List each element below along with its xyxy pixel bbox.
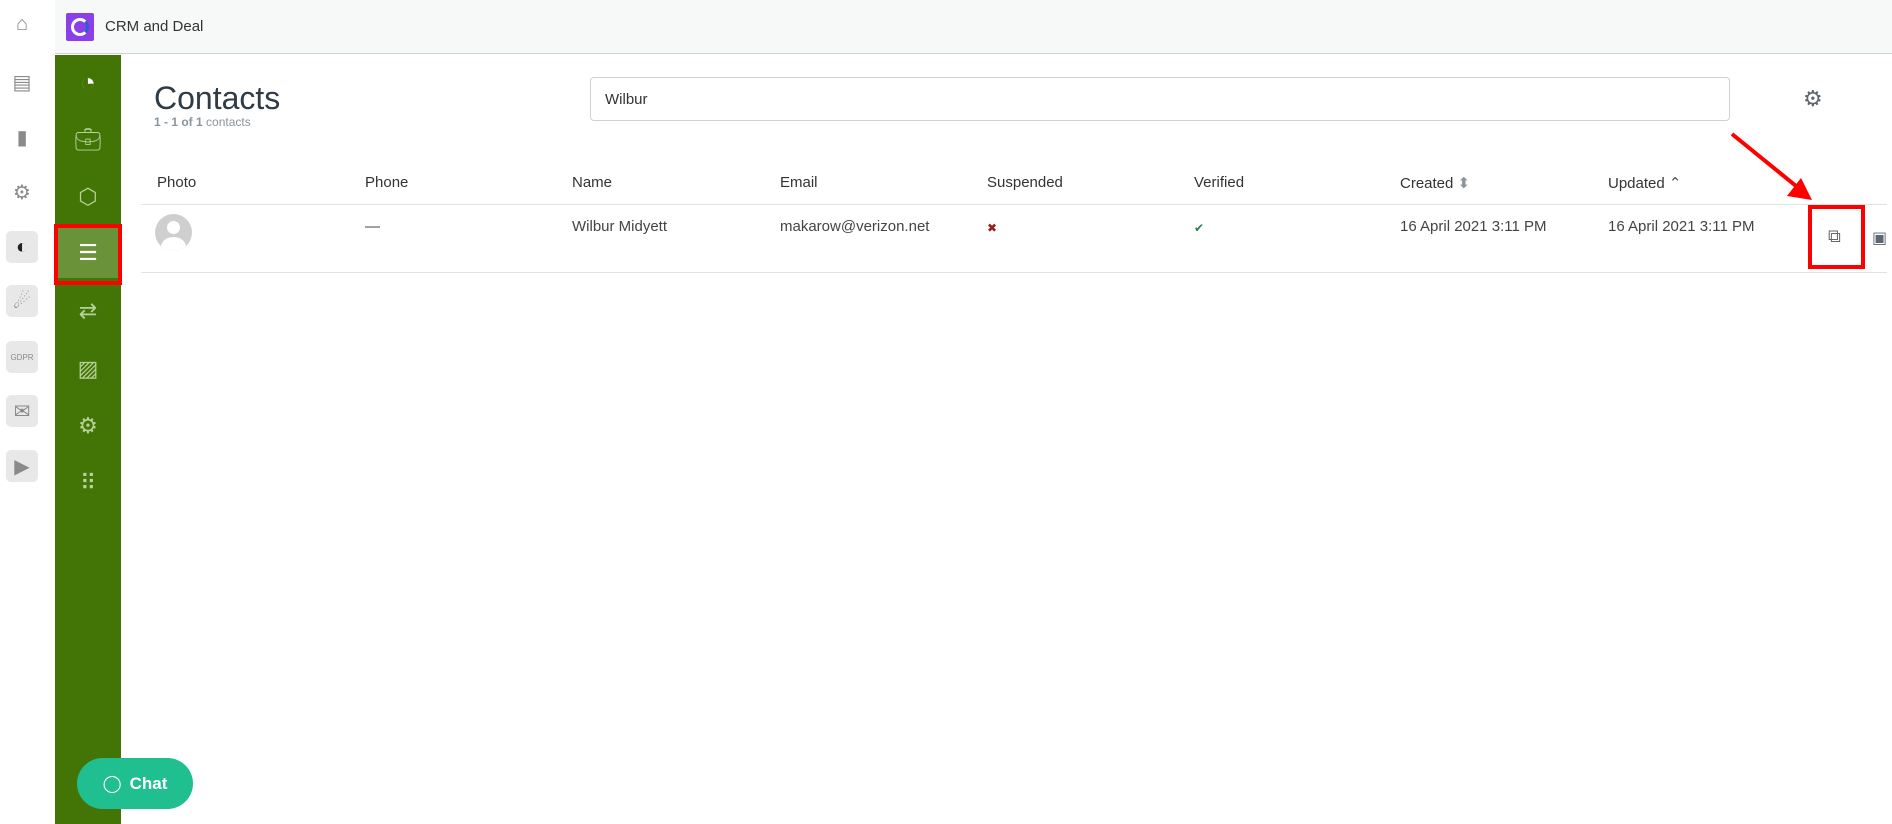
annotation-arrow [1730, 132, 1812, 200]
chat-button[interactable]: ◯ Chat [77, 758, 193, 809]
chat-bubble-icon: ◯ [102, 773, 122, 793]
